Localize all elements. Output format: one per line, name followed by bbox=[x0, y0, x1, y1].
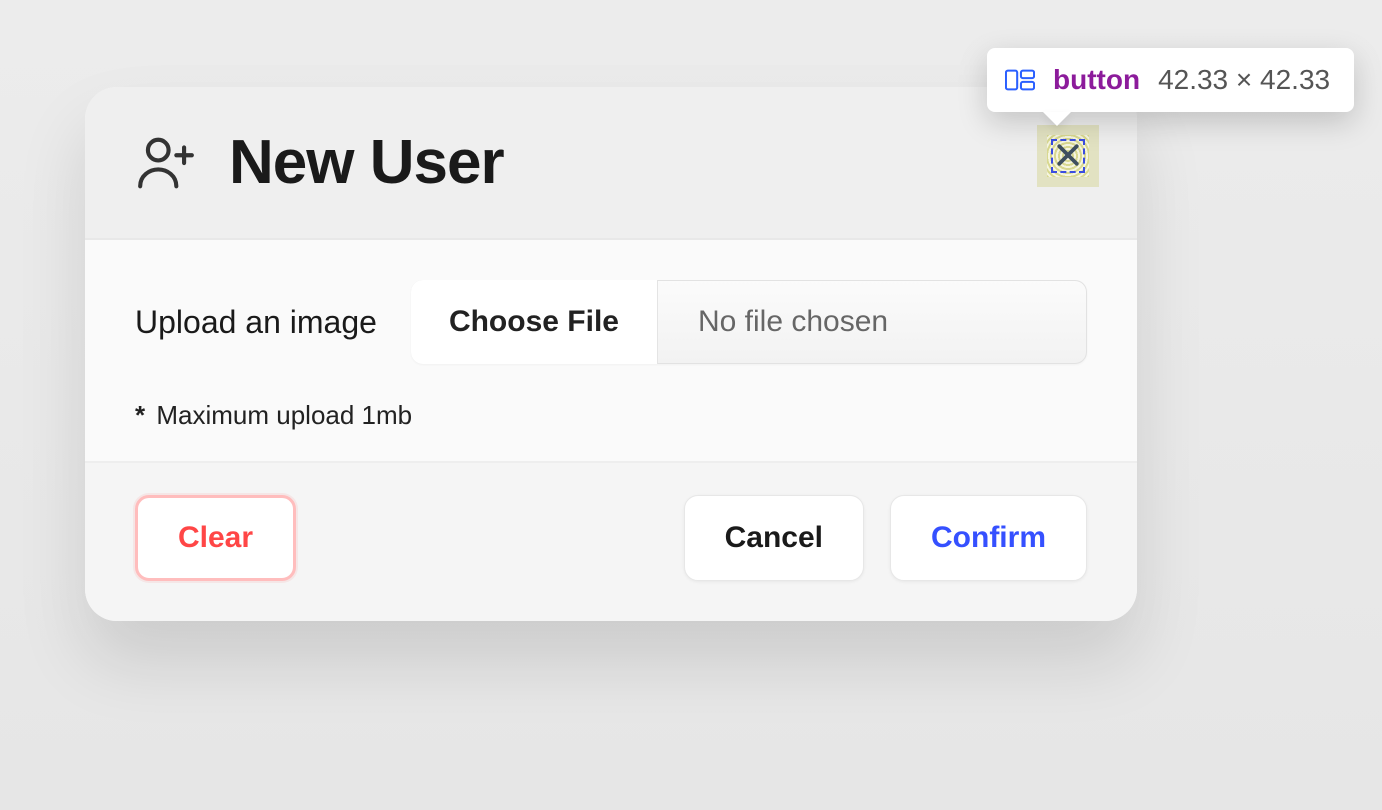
file-picker[interactable]: Choose File No file chosen bbox=[411, 280, 1087, 364]
inspector-tag: button bbox=[1053, 64, 1140, 96]
inspector-tooltip: button 42.33 × 42.33 bbox=[987, 48, 1354, 112]
cancel-button[interactable]: Cancel bbox=[684, 495, 864, 581]
upload-row: Upload an image Choose File No file chos… bbox=[135, 280, 1087, 364]
dialog-body: Upload an image Choose File No file chos… bbox=[85, 240, 1137, 463]
upload-hint: * Maximum upload 1mb bbox=[135, 400, 1087, 431]
close-button[interactable] bbox=[1047, 135, 1089, 177]
footer-spacer bbox=[322, 495, 658, 581]
dialog-header-left: New User bbox=[135, 127, 504, 198]
flex-icon bbox=[1005, 69, 1035, 91]
choose-file-button[interactable]: Choose File bbox=[411, 280, 658, 364]
confirm-button[interactable]: Confirm bbox=[890, 495, 1087, 581]
new-user-dialog: New User Upload an image Choose File No … bbox=[85, 87, 1137, 621]
file-status-text: No file chosen bbox=[658, 280, 1087, 364]
hint-asterisk: * bbox=[135, 400, 145, 430]
hint-text: Maximum upload 1mb bbox=[149, 400, 412, 430]
dialog-header: New User bbox=[85, 87, 1137, 240]
dialog-footer: Clear Cancel Confirm bbox=[85, 463, 1137, 621]
upload-label: Upload an image bbox=[135, 304, 377, 341]
clear-button[interactable]: Clear bbox=[135, 495, 296, 581]
inspector-dimensions: 42.33 × 42.33 bbox=[1158, 64, 1330, 96]
user-plus-icon bbox=[135, 132, 197, 194]
dialog-title: New User bbox=[229, 127, 504, 198]
